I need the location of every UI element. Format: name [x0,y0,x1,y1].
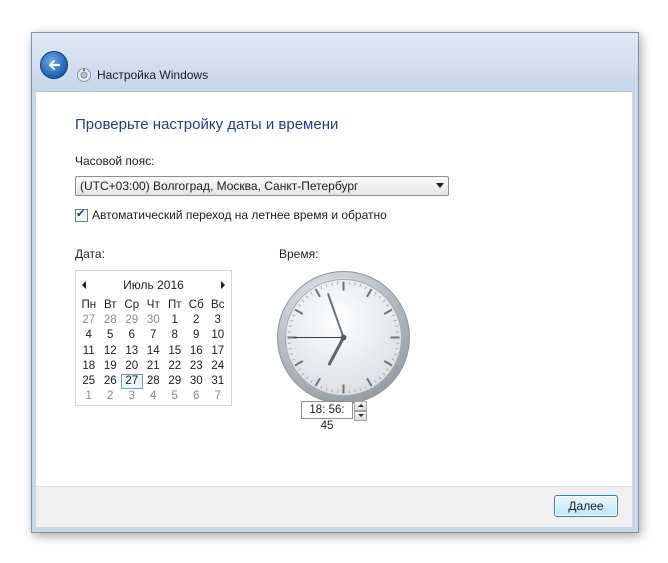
window-title: Настройка Windows [97,68,209,82]
footer: Далее [36,486,632,527]
calendar-day[interactable]: 8 [164,328,186,343]
calendar-day[interactable]: 2 [186,313,208,328]
calendar-day[interactable]: 3 [207,313,229,328]
calendar-day[interactable]: 6 [121,328,143,343]
calendar-day[interactable]: 30 [143,313,165,328]
calendar-day[interactable]: 29 [164,374,186,389]
calendar-day[interactable]: 28 [100,313,122,328]
calendar-day[interactable]: 15 [164,344,186,359]
weekday-header: Вс [211,299,225,311]
clock-minute-tick [288,325,292,327]
calendar-day[interactable]: 31 [207,374,229,389]
date-label: Дата: [75,247,105,261]
spin-down-icon[interactable] [354,411,367,421]
time-spinner [354,401,367,421]
calendar-day[interactable]: 27 [121,373,143,390]
calendar-day[interactable]: 3 [121,389,143,404]
page-title: Проверьте настройку даты и времени [75,116,339,133]
clock-minute-tick [395,325,399,327]
weekday-header: Чт [146,299,160,311]
weekday-header: Ср [124,299,140,311]
calendar: Июль 2016 Пн Вт Ср Чт Пт Сб Вс 27 28 29 30 1 2 3 4 5 6 7 8… [75,270,232,406]
weekday-header: Вт [103,299,117,311]
weekday-header: Пт [167,299,182,311]
setup-window: Настройка Windows Проверьте настройку да… [31,32,639,533]
calendar-day[interactable]: 22 [164,359,186,374]
calendar-day[interactable]: 27 [78,313,100,328]
weekday-header: Сб [188,299,204,311]
calendar-day[interactable]: 23 [186,359,208,374]
next-month-icon[interactable] [221,281,225,289]
calendar-day[interactable]: 4 [143,389,165,404]
calendar-day[interactable]: 30 [186,374,208,389]
clock-minute-tick [395,348,399,350]
timezone-label: Часовой пояс: [75,154,155,168]
calendar-day[interactable]: 21 [143,359,165,374]
calendar-day[interactable]: 25 [78,374,100,389]
calendar-day[interactable]: 2 [100,389,122,404]
clock-minute-tick [288,348,292,350]
calendar-day[interactable]: 24 [207,359,229,374]
calendar-day[interactable]: 16 [186,344,208,359]
checkmark-icon: ✔ [76,208,86,220]
next-button[interactable]: Далее [554,495,618,517]
dst-label: Автоматический переход на летнее время и… [92,208,387,222]
calendar-day[interactable]: 9 [186,328,208,343]
calendar-day[interactable]: 4 [78,328,100,343]
calendar-day[interactable]: 28 [143,374,165,389]
time-input[interactable]: 18: 56: 45 [301,401,353,432]
timezone-select[interactable]: (UTC+03:00) Волгоград, Москва, Санкт-Пет… [75,176,449,196]
analog-clock [276,270,411,405]
content-area: Проверьте настройку даты и времени Часов… [36,91,632,487]
clock-minute-tick [354,282,356,286]
calendar-day[interactable]: 1 [78,389,100,404]
calendar-day[interactable]: 26 [100,374,122,389]
dst-checkbox[interactable]: ✔ [75,208,88,222]
weekday-header: Пн [81,299,97,311]
calendar-day[interactable]: 7 [207,389,229,404]
calendar-day[interactable]: 5 [164,389,186,404]
calendar-header: Июль 2016 [76,271,231,297]
calendar-day[interactable]: 11 [78,344,100,359]
clock-minute-tick [331,389,333,393]
calendar-day[interactable]: 14 [143,344,165,359]
back-button[interactable] [40,51,68,79]
calendar-day[interactable]: 20 [121,359,143,374]
calendar-grid: Пн Вт Ср Чт Пт Сб Вс 27 28 29 30 1 2 3 4 5 6 7 8 9 10 11 12 13 1… [78,298,229,404]
clock-minute-tick [354,389,356,393]
calendar-day[interactable]: 12 [100,344,122,359]
calendar-day[interactable]: 7 [143,328,165,343]
calendar-month-title[interactable]: Июль 2016 [76,278,231,292]
title-bar: Настройка Windows [32,33,638,91]
clock-minute-tick [331,282,333,286]
calendar-day[interactable]: 17 [207,344,229,359]
calendar-day[interactable]: 18 [78,359,100,374]
timezone-value: (UTC+03:00) Волгоград, Москва, Санкт-Пет… [80,179,359,193]
back-arrow-icon [48,59,61,71]
calendar-day[interactable]: 19 [100,359,122,374]
calendar-day[interactable]: 6 [186,389,208,404]
calendar-day[interactable]: 1 [164,313,186,328]
calendar-day[interactable]: 29 [121,313,143,328]
spin-up-icon[interactable] [354,401,367,411]
time-label: Время: [279,247,319,261]
windows-setup-icon [77,68,91,82]
calendar-day[interactable]: 10 [207,328,229,343]
chevron-down-icon [436,183,444,188]
calendar-day[interactable]: 13 [121,344,143,359]
calendar-day[interactable]: 5 [100,328,122,343]
